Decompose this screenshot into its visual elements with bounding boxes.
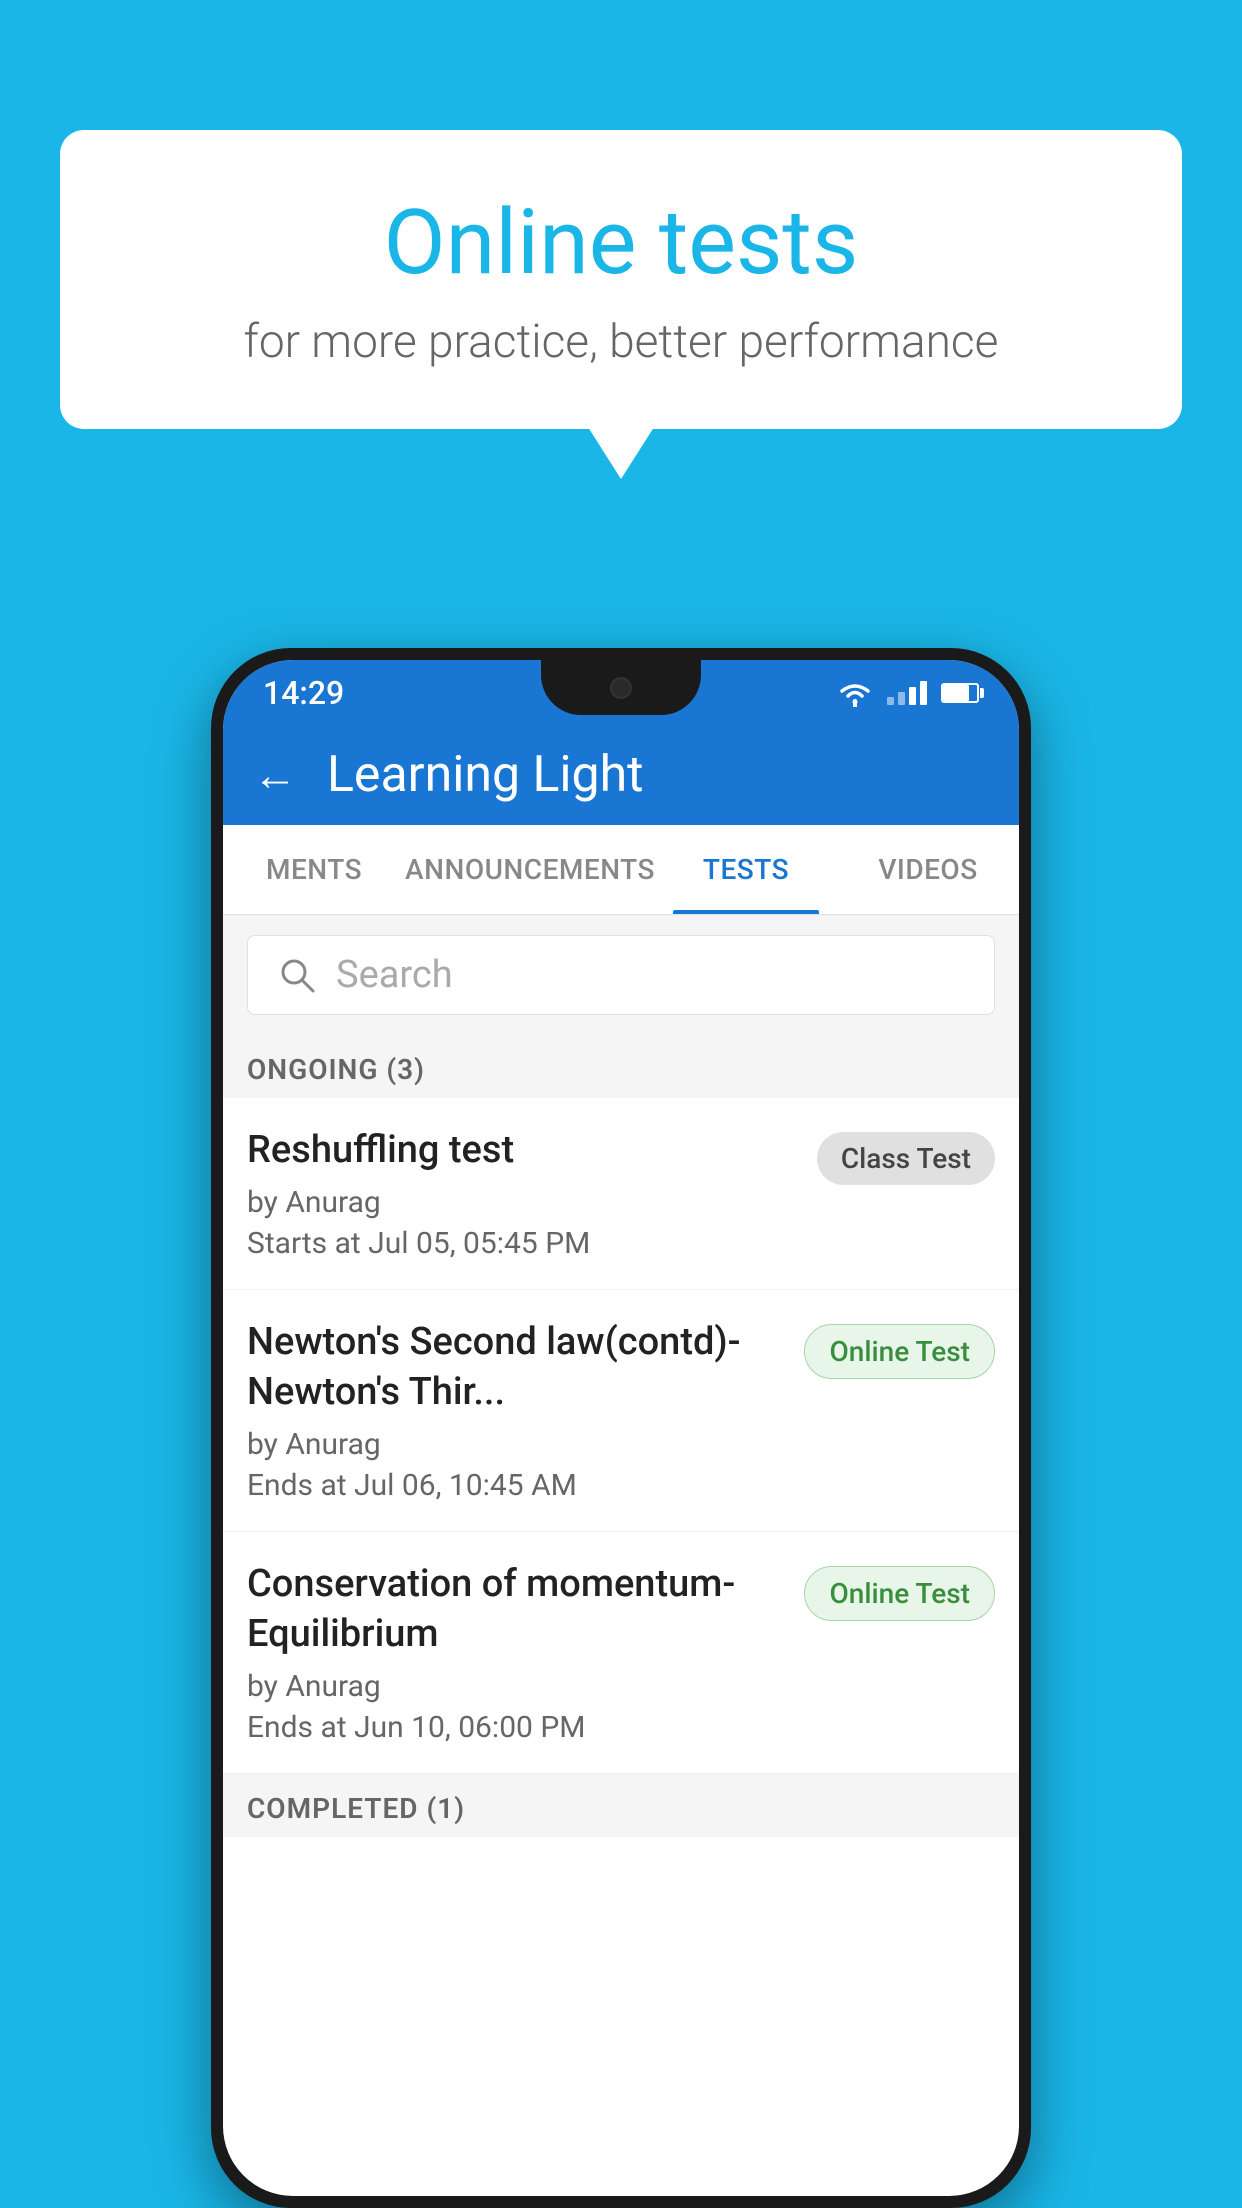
completed-section-title: COMPLETED (1): [247, 1792, 465, 1825]
search-placeholder: Search: [336, 953, 453, 997]
tab-tests[interactable]: TESTS: [655, 825, 837, 914]
app-bar-title: Learning Light: [327, 746, 644, 804]
test-author-1: by Anurag: [247, 1185, 797, 1220]
back-button[interactable]: ←: [253, 749, 297, 801]
test-item[interactable]: Newton's Second law(contd)-Newton's Thir…: [223, 1290, 1019, 1532]
signal-icon: [887, 681, 927, 705]
test-badge-3: Online Test: [804, 1566, 995, 1621]
phone-frame: 14:29: [211, 648, 1031, 2208]
test-name-2: Newton's Second law(contd)-Newton's Thir…: [247, 1318, 784, 1417]
tabs-bar: MENTS ANNOUNCEMENTS TESTS VIDEOS: [223, 825, 1019, 915]
speech-bubble: Online tests for more practice, better p…: [60, 130, 1182, 429]
test-item[interactable]: Conservation of momentum-Equilibrium by …: [223, 1532, 1019, 1774]
test-author-2: by Anurag: [247, 1427, 784, 1462]
test-info-2: Newton's Second law(contd)-Newton's Thir…: [247, 1318, 784, 1503]
battery-icon: [941, 683, 979, 703]
test-info-1: Reshuffling test by Anurag Starts at Jul…: [247, 1126, 797, 1261]
battery-fill: [943, 685, 969, 701]
search-container: Search: [223, 915, 1019, 1035]
tests-list: Reshuffling test by Anurag Starts at Jul…: [223, 1098, 1019, 1774]
search-icon: [278, 956, 316, 994]
test-name-3: Conservation of momentum-Equilibrium: [247, 1560, 784, 1659]
tab-announcements[interactable]: ANNOUNCEMENTS: [405, 825, 655, 914]
status-time: 14:29: [263, 674, 344, 712]
test-time-2: Ends at Jul 06, 10:45 AM: [247, 1468, 784, 1503]
test-name-1: Reshuffling test: [247, 1126, 797, 1175]
test-time-1: Starts at Jul 05, 05:45 PM: [247, 1226, 797, 1261]
test-badge-2: Online Test: [804, 1324, 995, 1379]
completed-section-header: COMPLETED (1): [223, 1774, 1019, 1837]
app-bar: ← Learning Light: [223, 725, 1019, 825]
phone-notch: [541, 660, 701, 715]
ongoing-section-title: ONGOING (3): [247, 1053, 425, 1086]
tab-ments[interactable]: MENTS: [223, 825, 405, 914]
status-icons: [837, 679, 979, 707]
bubble-subtitle: for more practice, better performance: [140, 315, 1102, 369]
wifi-icon: [837, 679, 873, 707]
test-author-3: by Anurag: [247, 1669, 784, 1704]
ongoing-section-header: ONGOING (3): [223, 1035, 1019, 1098]
test-item[interactable]: Reshuffling test by Anurag Starts at Jul…: [223, 1098, 1019, 1290]
search-bar[interactable]: Search: [247, 935, 995, 1015]
test-info-3: Conservation of momentum-Equilibrium by …: [247, 1560, 784, 1745]
phone-inner: 14:29: [223, 660, 1019, 2196]
status-bar: 14:29: [223, 660, 1019, 725]
test-badge-1: Class Test: [817, 1132, 995, 1185]
front-camera: [610, 677, 632, 699]
speech-bubble-container: Online tests for more practice, better p…: [60, 130, 1182, 429]
test-time-3: Ends at Jun 10, 06:00 PM: [247, 1710, 784, 1745]
tab-videos[interactable]: VIDEOS: [837, 825, 1019, 914]
bubble-title: Online tests: [140, 190, 1102, 295]
